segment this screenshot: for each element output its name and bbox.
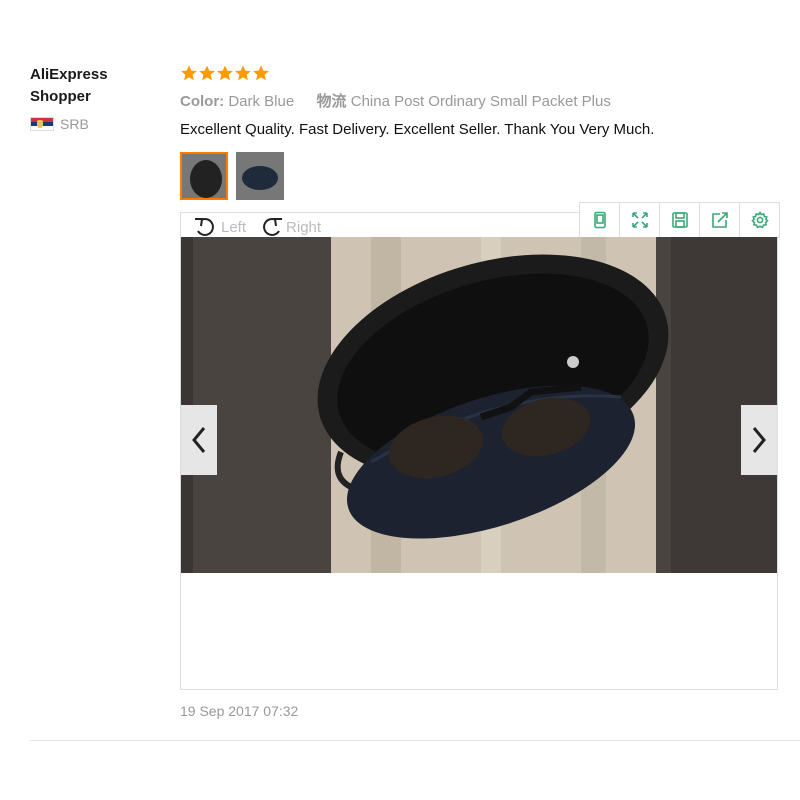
- fullscreen-icon: [631, 212, 648, 228]
- chevron-right-icon: [752, 427, 766, 453]
- color-label: Color:: [180, 93, 225, 110]
- serbia-flag-icon: [30, 117, 54, 131]
- star-rating: [180, 62, 778, 84]
- sunglasses-case-photo: [181, 237, 777, 573]
- order-info: Color: Dark Blue 物流 China Post Ordinary …: [180, 90, 778, 111]
- rotate-left-icon: [195, 218, 214, 236]
- color-value: Dark Blue: [228, 93, 295, 110]
- phone-icon: [593, 211, 606, 229]
- rotate-right-icon: [263, 218, 283, 236]
- thumbnail-photo-1[interactable]: [180, 152, 228, 200]
- rotate-right-button[interactable]: Right: [258, 215, 321, 239]
- rotate-right-label: Right: [286, 218, 322, 236]
- rotate-controls: Left Right: [193, 215, 321, 239]
- next-photo-button[interactable]: [741, 405, 777, 475]
- fullscreen-button[interactable]: [620, 203, 660, 237]
- thumbnail-strip: [180, 152, 284, 200]
- save-button[interactable]: [660, 203, 700, 237]
- star-icon: [235, 65, 251, 81]
- review-text: Excellent Quality. Fast Delivery. Excell…: [180, 121, 655, 138]
- thumbnail-photo-2[interactable]: [236, 152, 284, 200]
- reviewer-info: AliExpress Shopper SRB: [30, 64, 160, 132]
- share-icon: [711, 212, 728, 228]
- rotate-left-label: Left: [221, 218, 247, 236]
- shipping-value: China Post Ordinary Small Packet Plus: [350, 93, 611, 110]
- review-photo: [181, 237, 777, 573]
- star-icon: [253, 65, 269, 81]
- star-icon: [181, 65, 197, 81]
- review-date: 19 Sep 2017 07:32: [180, 703, 299, 719]
- star-icon: [217, 65, 233, 81]
- phone-view-button[interactable]: [580, 203, 620, 237]
- reviewer-country: SRB: [30, 116, 160, 132]
- settings-button[interactable]: [740, 203, 779, 237]
- rotate-left-button[interactable]: Left: [193, 215, 246, 239]
- share-button[interactable]: [700, 203, 740, 237]
- shipping-label: 物流: [316, 93, 347, 110]
- previous-photo-button[interactable]: [181, 405, 217, 475]
- viewer-toolbar: [579, 202, 780, 238]
- review-body: Color: Dark Blue 物流 China Post Ordinary …: [180, 62, 778, 138]
- chevron-left-icon: [192, 427, 206, 453]
- star-icon: [199, 65, 215, 81]
- country-code: SRB: [60, 116, 89, 132]
- settings-icon: [750, 211, 769, 229]
- save-icon: [671, 212, 688, 228]
- reviewer-name: AliExpress Shopper: [30, 66, 108, 105]
- divider: [30, 740, 800, 741]
